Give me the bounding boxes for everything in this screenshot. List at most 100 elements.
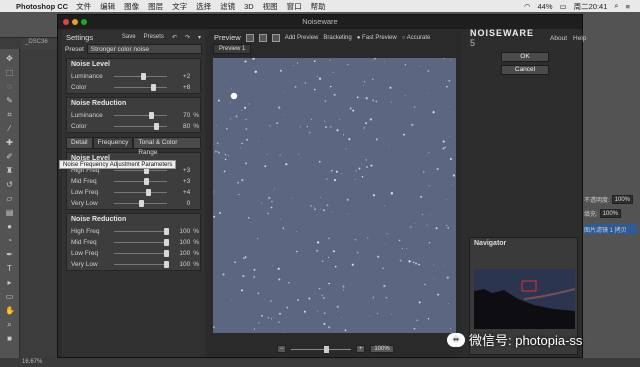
search-icon[interactable]: ⌕	[614, 1, 618, 11]
slider-value[interactable]: 0	[167, 200, 191, 207]
menu-view[interactable]: 视图	[263, 1, 278, 12]
close-icon[interactable]	[63, 19, 69, 25]
preview-tab[interactable]: Preview 1	[213, 44, 252, 54]
single-view-icon[interactable]	[245, 33, 254, 42]
gradient-tool-icon[interactable]: ▤	[5, 208, 14, 217]
eraser-tool-icon[interactable]: ▱	[5, 194, 14, 203]
marquee-tool-icon[interactable]: ⬚	[5, 68, 14, 77]
slider-track[interactable]	[113, 167, 167, 174]
zoom-in-button[interactable]: +	[356, 345, 366, 353]
shape-tool-icon[interactable]: ▭	[5, 292, 14, 301]
split-view-icon[interactable]	[258, 33, 267, 42]
eyedropper-tool-icon[interactable]: ⁄	[5, 124, 14, 133]
zoom-slider-thumb[interactable]	[324, 345, 330, 353]
layer-row[interactable]: 图片滤镜 1 拷贝	[584, 224, 637, 234]
slider-value[interactable]: +2	[167, 73, 190, 80]
slider-track[interactable]	[113, 228, 169, 235]
menu-file[interactable]: 文件	[76, 1, 91, 12]
slider-track[interactable]	[113, 112, 167, 119]
fast-preview-radio[interactable]: ● Fast Preview	[357, 35, 397, 41]
accurate-radio[interactable]: ○ Accurate	[402, 35, 431, 41]
panel-menu-icon[interactable]: ▾	[198, 34, 201, 41]
slider-track[interactable]	[113, 73, 167, 80]
app-name[interactable]: Photoshop CC	[16, 2, 68, 11]
menu-filter[interactable]: 滤镜	[220, 1, 235, 12]
stamp-tool-icon[interactable]: ♜	[5, 166, 14, 175]
menu-layer[interactable]: 图层	[148, 1, 163, 12]
slider-value[interactable]: 80	[167, 123, 190, 130]
slider-track[interactable]	[113, 250, 169, 257]
menu-help[interactable]: 帮助	[311, 1, 326, 12]
slider-thumb[interactable]	[163, 261, 169, 268]
menu-3d[interactable]: 3D	[244, 2, 254, 11]
opacity-field[interactable]: 100%	[611, 194, 634, 204]
lasso-tool-icon[interactable]: ◌	[5, 82, 14, 91]
slider-thumb[interactable]	[153, 123, 159, 130]
redo-icon[interactable]: ↷	[185, 34, 190, 41]
slider-track[interactable]	[113, 178, 167, 185]
document-tab[interactable]: _DSC36	[22, 39, 58, 49]
slider-value[interactable]: +8	[167, 84, 190, 91]
slider-track[interactable]	[113, 239, 169, 246]
menu-image[interactable]: 图像	[124, 1, 139, 12]
blur-tool-icon[interactable]: ●	[5, 222, 14, 231]
minimize-icon[interactable]	[72, 19, 78, 25]
side-view-icon[interactable]	[271, 33, 280, 42]
slider-thumb[interactable]	[163, 239, 169, 246]
slider-value[interactable]: 100	[167, 250, 190, 257]
color-swatch-icon[interactable]: ■	[5, 334, 14, 343]
zoom-out-button[interactable]: −	[277, 345, 287, 353]
menu-edit[interactable]: 编辑	[100, 1, 115, 12]
move-tool-icon[interactable]: ✥	[5, 54, 14, 63]
slider-value[interactable]: 100	[167, 261, 190, 268]
bracketing-button[interactable]: Bracketing	[323, 35, 351, 41]
menu-list-icon[interactable]: ≡	[626, 2, 630, 11]
type-tool-icon[interactable]: T	[5, 264, 14, 273]
hand-tool-icon[interactable]: ✋	[5, 306, 15, 315]
battery-level[interactable]: 44%	[538, 2, 553, 11]
slider-track[interactable]	[113, 189, 167, 196]
dodge-tool-icon[interactable]: ◔	[5, 236, 14, 245]
slider-thumb[interactable]	[151, 84, 157, 91]
menu-type[interactable]: 文字	[172, 1, 187, 12]
navigator-thumbnail[interactable]	[474, 269, 575, 329]
help-link[interactable]: Help	[573, 35, 586, 42]
presets-button[interactable]: Presets	[144, 34, 164, 41]
slider-track[interactable]	[113, 84, 167, 91]
slider-thumb[interactable]	[141, 73, 147, 80]
slider-value[interactable]: 100	[167, 228, 190, 235]
fill-field[interactable]: 100%	[599, 208, 622, 218]
preset-select[interactable]: Stronger color noise	[86, 44, 202, 54]
slider-thumb[interactable]	[163, 228, 169, 235]
cancel-button[interactable]: Cancel	[501, 65, 549, 75]
slider-thumb[interactable]	[163, 250, 169, 257]
ok-button[interactable]: OK	[501, 52, 549, 62]
about-link[interactable]: About	[550, 35, 567, 42]
brush-tool-icon[interactable]: ✐	[5, 152, 14, 161]
quick-select-tool-icon[interactable]: ✎	[5, 96, 14, 105]
tab-detail[interactable]: Detail	[66, 137, 93, 149]
undo-icon[interactable]: ↶	[172, 34, 177, 41]
path-select-icon[interactable]: ▸	[5, 278, 14, 287]
slider-thumb[interactable]	[146, 189, 152, 196]
add-preview-button[interactable]: Add Preview	[285, 35, 319, 41]
tab-tonal-color-range[interactable]: Tonal & Color Range	[133, 137, 201, 156]
history-brush-icon[interactable]: ↺	[5, 180, 14, 189]
slider-track[interactable]	[113, 261, 169, 268]
crop-tool-icon[interactable]: ⌗	[5, 110, 14, 119]
slider-thumb[interactable]	[148, 112, 154, 119]
menu-window[interactable]: 窗口	[287, 1, 302, 12]
slider-thumb[interactable]	[138, 200, 144, 207]
zoom-slider[interactable]	[291, 345, 352, 353]
zoom-tool-icon[interactable]: ⌕	[5, 320, 14, 329]
wifi-icon[interactable]: ◠	[524, 2, 531, 11]
slider-value[interactable]: 100	[167, 239, 190, 246]
slider-track[interactable]	[113, 123, 167, 130]
save-button[interactable]: Save	[122, 34, 136, 41]
zoom-icon[interactable]	[81, 19, 87, 25]
healing-tool-icon[interactable]: ✚	[5, 138, 14, 147]
preview-image[interactable]	[213, 58, 456, 333]
slider-track[interactable]	[113, 200, 167, 207]
zoom-select[interactable]: 100%	[370, 345, 394, 353]
slider-value[interactable]: +4	[167, 189, 190, 196]
